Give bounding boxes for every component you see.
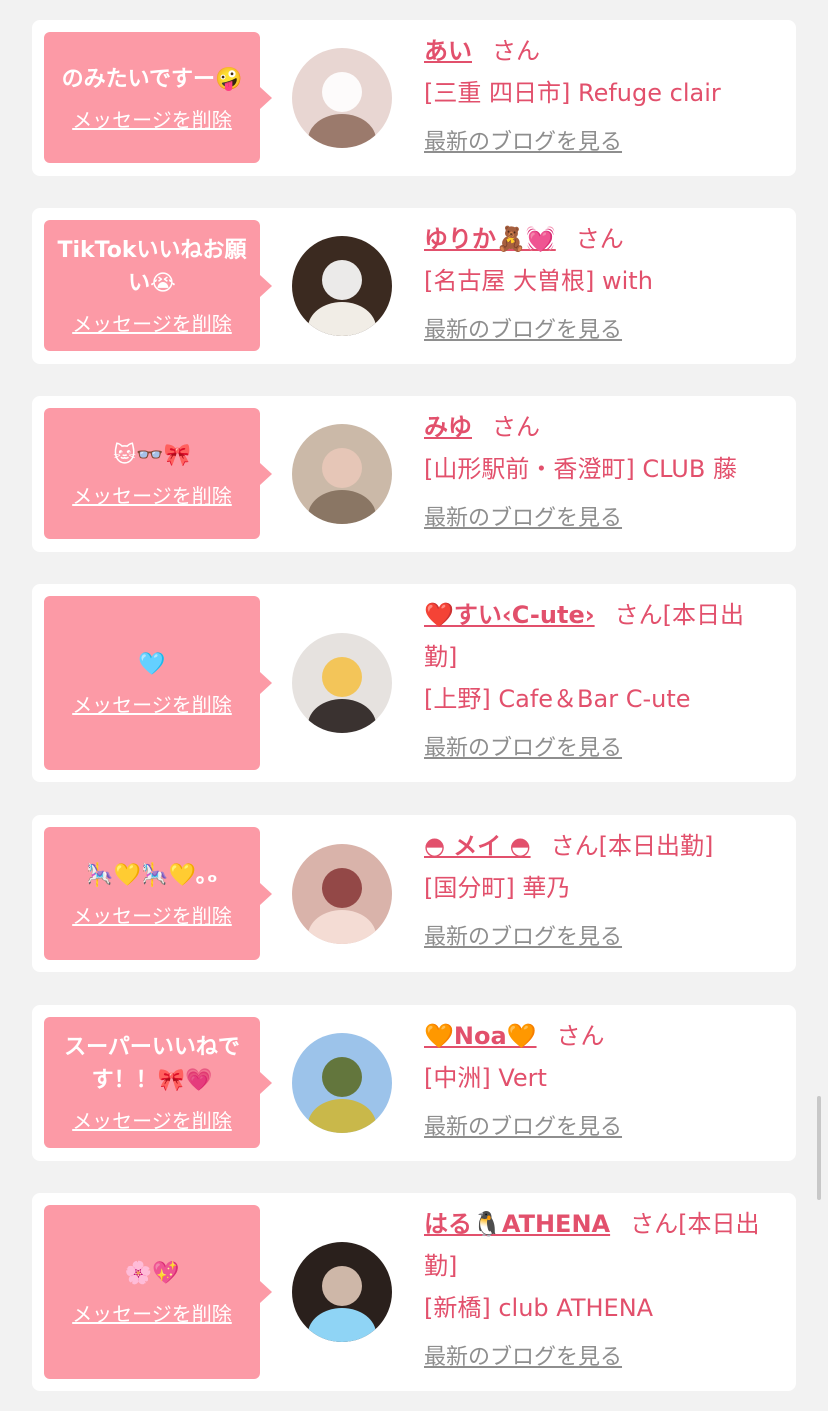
shop-location: [新橋] club ATHENA xyxy=(424,1294,654,1322)
message-text: TikTokいいねお願い😭 xyxy=(57,238,247,296)
cast-name-link[interactable]: はる🐧ATHENA xyxy=(424,1210,610,1238)
message-text: 🌸💖 xyxy=(124,1261,180,1286)
cast-name-link[interactable]: ◓ メイ ◓ xyxy=(424,832,531,860)
shop-location: [中洲] Vert xyxy=(424,1064,547,1092)
avatar[interactable] xyxy=(292,48,392,148)
shop-location: [名古屋 大曽根] with xyxy=(424,267,653,295)
latest-blog-link[interactable]: 最新のブログを見る xyxy=(424,1107,774,1149)
cast-info: あい さん [三重 四日市] Refuge clair 最新のブログを見る xyxy=(424,30,774,164)
latest-blog-link[interactable]: 最新のブログを見る xyxy=(424,728,774,770)
name-line: みゆ さん xyxy=(424,406,774,448)
delete-message-link[interactable]: メッセージを削除 xyxy=(72,1298,232,1327)
honorific: さん xyxy=(575,225,624,253)
name-line: ❤️すい‹C-ute› さん[本日出勤] xyxy=(424,594,774,678)
delete-message-link[interactable]: メッセージを削除 xyxy=(72,308,232,337)
honorific: さん xyxy=(556,1022,605,1050)
message-text: 🎠💛🎠💛｡ₒ xyxy=(86,862,218,888)
cast-info: ◓ メイ ◓ さん[本日出勤] [国分町] 華乃最新のブログを見る xyxy=(424,825,774,959)
shop-location: [上野] Cafe＆Bar C-ute xyxy=(424,685,691,713)
avatar[interactable] xyxy=(292,1033,392,1133)
cast-name-link[interactable]: ゆりか🧸💓 xyxy=(424,225,556,253)
delete-message-link[interactable]: メッセージを削除 xyxy=(72,1105,232,1134)
avatar[interactable] xyxy=(292,633,392,733)
message-bubble: 🎠💛🎠💛｡ₒ メッセージを削除 xyxy=(44,827,272,960)
cast-info: はる🐧ATHENA さん[本日出勤] [新橋] club ATHENA 最新のブログを… xyxy=(424,1203,774,1379)
cast-name-link[interactable]: ❤️すい‹C-ute› xyxy=(424,601,595,629)
name-line: ゆりか🧸💓 さん xyxy=(424,218,774,260)
message-card: 🐱👓🎀 メッセージを削除 みゆ さん [山形駅前・香澄町] CLUB 藤最新のブログを見… xyxy=(32,396,796,552)
latest-blog-link[interactable]: 最新のブログを見る xyxy=(424,498,774,540)
message-card: TikTokいいねお願い😭 メッセージを削除 ゆりか🧸💓 さん [名古屋 大曽根] wi… xyxy=(32,208,796,364)
latest-blog-link[interactable]: 最新のブログを見る xyxy=(424,917,774,959)
cast-info: みゆ さん [山形駅前・香澄町] CLUB 藤最新のブログを見る xyxy=(424,406,774,540)
delete-message-link[interactable]: メッセージを削除 xyxy=(72,480,232,509)
cast-info: ❤️すい‹C-ute› さん[本日出勤] [上野] Cafe＆Bar C-ute 最新… xyxy=(424,594,774,770)
honorific: さん xyxy=(492,413,540,441)
message-bubble: 🩵 メッセージを削除 xyxy=(44,596,272,770)
cast-name-link[interactable]: 🧡Noa🧡 xyxy=(424,1022,537,1050)
name-line: あい さん xyxy=(424,30,774,72)
cast-name-link[interactable]: あい xyxy=(424,37,472,65)
delete-message-link[interactable]: メッセージを削除 xyxy=(72,104,232,133)
cast-name-link[interactable]: みゆ xyxy=(424,413,472,441)
delete-message-link[interactable]: メッセージを削除 xyxy=(72,900,232,929)
avatar[interactable] xyxy=(292,236,392,336)
delete-message-link[interactable]: メッセージを削除 xyxy=(72,689,232,718)
avatar[interactable] xyxy=(292,424,392,524)
latest-blog-link[interactable]: 最新のブログを見る xyxy=(424,310,774,352)
cast-info: ゆりか🧸💓 さん [名古屋 大曽根] with 最新のブログを見る xyxy=(424,218,774,352)
honorific: さん[本日出勤] xyxy=(550,832,714,860)
message-bubble: 🌸💖 メッセージを削除 xyxy=(44,1205,272,1379)
message-bubble: のみたいですー🤪 メッセージを削除 xyxy=(44,32,272,163)
name-line: ◓ メイ ◓ さん[本日出勤] xyxy=(424,825,774,867)
avatar[interactable] xyxy=(292,844,392,944)
avatar[interactable] xyxy=(292,1242,392,1342)
shop-location: [国分町] 華乃 xyxy=(424,874,571,902)
message-card: 🌸💖 メッセージを削除 はる🐧ATHENA さん[本日出勤] [新橋] club ATH… xyxy=(32,1193,796,1391)
message-card: スーパーいいねです！！🎀💗 メッセージを削除 🧡Noa🧡 さん [中洲] Vert 最新の… xyxy=(32,1005,796,1161)
cast-info: 🧡Noa🧡 さん [中洲] Vert 最新のブログを見る xyxy=(424,1015,774,1149)
message-text: 🩵 xyxy=(138,652,166,677)
honorific: さん xyxy=(492,37,540,65)
message-bubble: TikTokいいねお願い😭 メッセージを削除 xyxy=(44,220,272,351)
shop-location: [山形駅前・香澄町] CLUB 藤 xyxy=(424,455,737,483)
scrollbar[interactable] xyxy=(817,1096,821,1200)
message-card: のみたいですー🤪 メッセージを削除 あい さん [三重 四日市] Refuge clai… xyxy=(32,20,796,176)
latest-blog-link[interactable]: 最新のブログを見る xyxy=(424,1337,774,1379)
shop-location: [三重 四日市] Refuge clair xyxy=(424,79,721,107)
message-card: 🎠💛🎠💛｡ₒ メッセージを削除 ◓ メイ ◓ さん[本日出勤] [国分町] 華乃最新のブ… xyxy=(32,815,796,972)
message-bubble: 🐱👓🎀 メッセージを削除 xyxy=(44,408,272,539)
message-text: 🐱👓🎀 xyxy=(113,442,191,468)
name-line: はる🐧ATHENA さん[本日出勤] xyxy=(424,1203,774,1287)
message-text: のみたいですー🤪 xyxy=(61,66,243,92)
message-text: スーパーいいねです！！🎀💗 xyxy=(64,1035,240,1093)
name-line: 🧡Noa🧡 さん xyxy=(424,1015,774,1057)
message-card: 🩵 メッセージを削除 ❤️すい‹C-ute› さん[本日出勤] [上野] Cafe＆Ba… xyxy=(32,584,796,782)
latest-blog-link[interactable]: 最新のブログを見る xyxy=(424,122,774,164)
message-bubble: スーパーいいねです！！🎀💗 メッセージを削除 xyxy=(44,1017,272,1148)
